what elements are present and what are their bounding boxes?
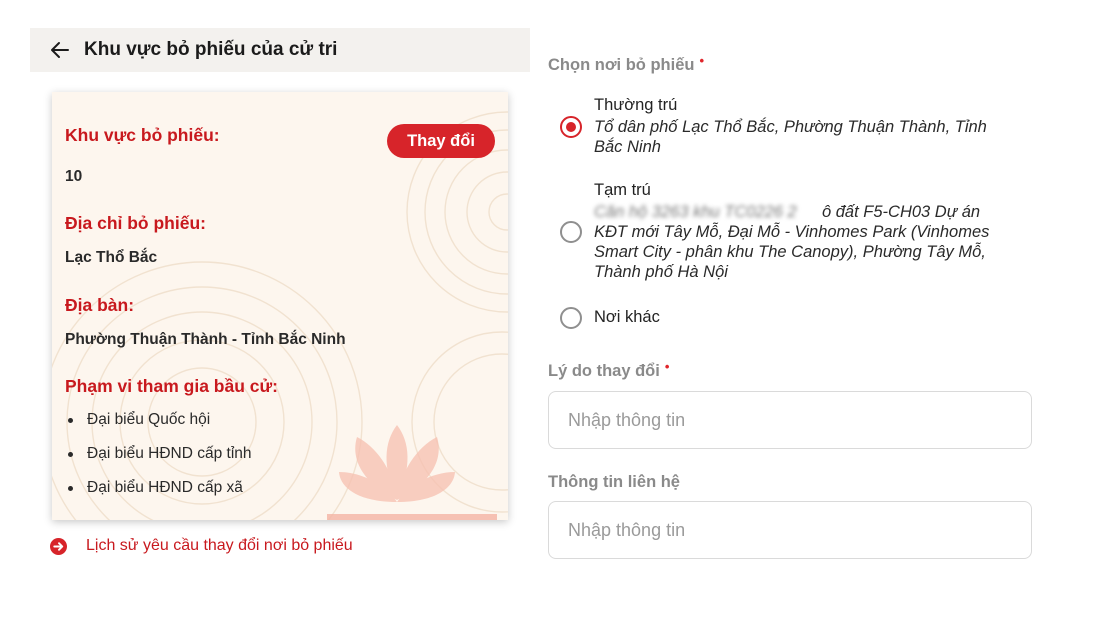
reason-label-text: Lý do thay đổi	[548, 362, 660, 380]
option-desc-line: Thành phố Hà Nội	[594, 263, 728, 281]
arrow-right-circle-icon	[50, 537, 67, 555]
bullet-icon	[68, 485, 73, 491]
voting-address-value: Lạc Thổ Bắc	[65, 249, 158, 266]
option-desc-redacted: Căn hộ 3263 khu TC0226 2	[594, 203, 797, 221]
radio-temporary[interactable]	[560, 221, 582, 243]
contact-label: Thông tin liên hệ	[548, 473, 680, 491]
option-desc-line: Tổ dân phố Lạc Thổ Bắc, Phường Thuận Thà…	[594, 118, 987, 136]
voting-area-label: Khu vực bỏ phiếu:	[65, 125, 220, 145]
scope-item-label: Đại biểu HĐND cấp xã	[87, 479, 243, 496]
voting-area-value: 10	[65, 168, 83, 185]
contact-field-wrapper	[548, 501, 1032, 559]
radio-permanent[interactable]	[560, 116, 582, 138]
change-history-link[interactable]: Lịch sử yêu cầu thay đổi nơi bỏ phiếu	[50, 537, 353, 555]
scope-item-label: Đại biểu HĐND cấp tỉnh	[87, 445, 252, 462]
bullet-icon	[68, 451, 73, 457]
locality-value: Phường Thuận Thành - Tỉnh Bắc Ninh	[65, 331, 346, 348]
option-desc-line: Bắc Ninh	[594, 138, 661, 156]
voting-place-label-text: Chọn nơi bỏ phiếu	[548, 56, 695, 74]
radio-other[interactable]	[560, 307, 582, 329]
election-scope-label: Phạm vi tham gia bầu cử:	[65, 376, 278, 396]
reason-label: Lý do thay đổi •	[548, 359, 670, 381]
page-title: Khu vực bỏ phiếu của cử tri	[84, 39, 338, 60]
option-desc-line: KĐT mới Tây Mỗ, Đại Mỗ - Vinhomes Park (…	[594, 223, 990, 241]
bullet-icon	[68, 417, 73, 423]
list-item: Đại biểu HĐND cấp tỉnh	[65, 445, 252, 463]
option-desc-line: ô đất F5-CH03 Dự án	[822, 203, 981, 221]
reason-field-wrapper	[548, 391, 1032, 449]
option-title: Thường trú	[594, 96, 678, 114]
required-mark: •	[664, 359, 670, 374]
option-desc-line: Smart City - phân khu The Canopy), Phườn…	[594, 243, 986, 261]
page-header: Khu vực bỏ phiếu của cử tri	[30, 28, 530, 72]
voting-place-label: Chọn nơi bỏ phiếu •	[548, 53, 705, 75]
option-title: Nơi khác	[594, 308, 660, 326]
scope-item-label: Đại biểu Quốc hội	[87, 411, 211, 428]
required-mark: •	[699, 53, 705, 68]
list-item: Đại biểu Quốc hội	[65, 411, 210, 429]
voting-info-card: Thay đổi Khu vực bỏ phiếu: 10 Địa chỉ bỏ…	[52, 92, 508, 520]
voting-address-label: Địa chỉ bỏ phiếu:	[65, 213, 206, 233]
change-button[interactable]: Thay đổi	[387, 124, 495, 158]
option-title: Tạm trú	[594, 181, 651, 199]
contact-input[interactable]	[549, 502, 1031, 558]
list-item: Đại biểu HĐND cấp xã	[65, 479, 243, 497]
history-link-label: Lịch sử yêu cầu thay đổi nơi bỏ phiếu	[86, 537, 353, 554]
locality-label: Địa bàn:	[65, 295, 135, 315]
arrow-left-icon[interactable]	[50, 40, 70, 60]
reason-input[interactable]	[549, 392, 1031, 448]
